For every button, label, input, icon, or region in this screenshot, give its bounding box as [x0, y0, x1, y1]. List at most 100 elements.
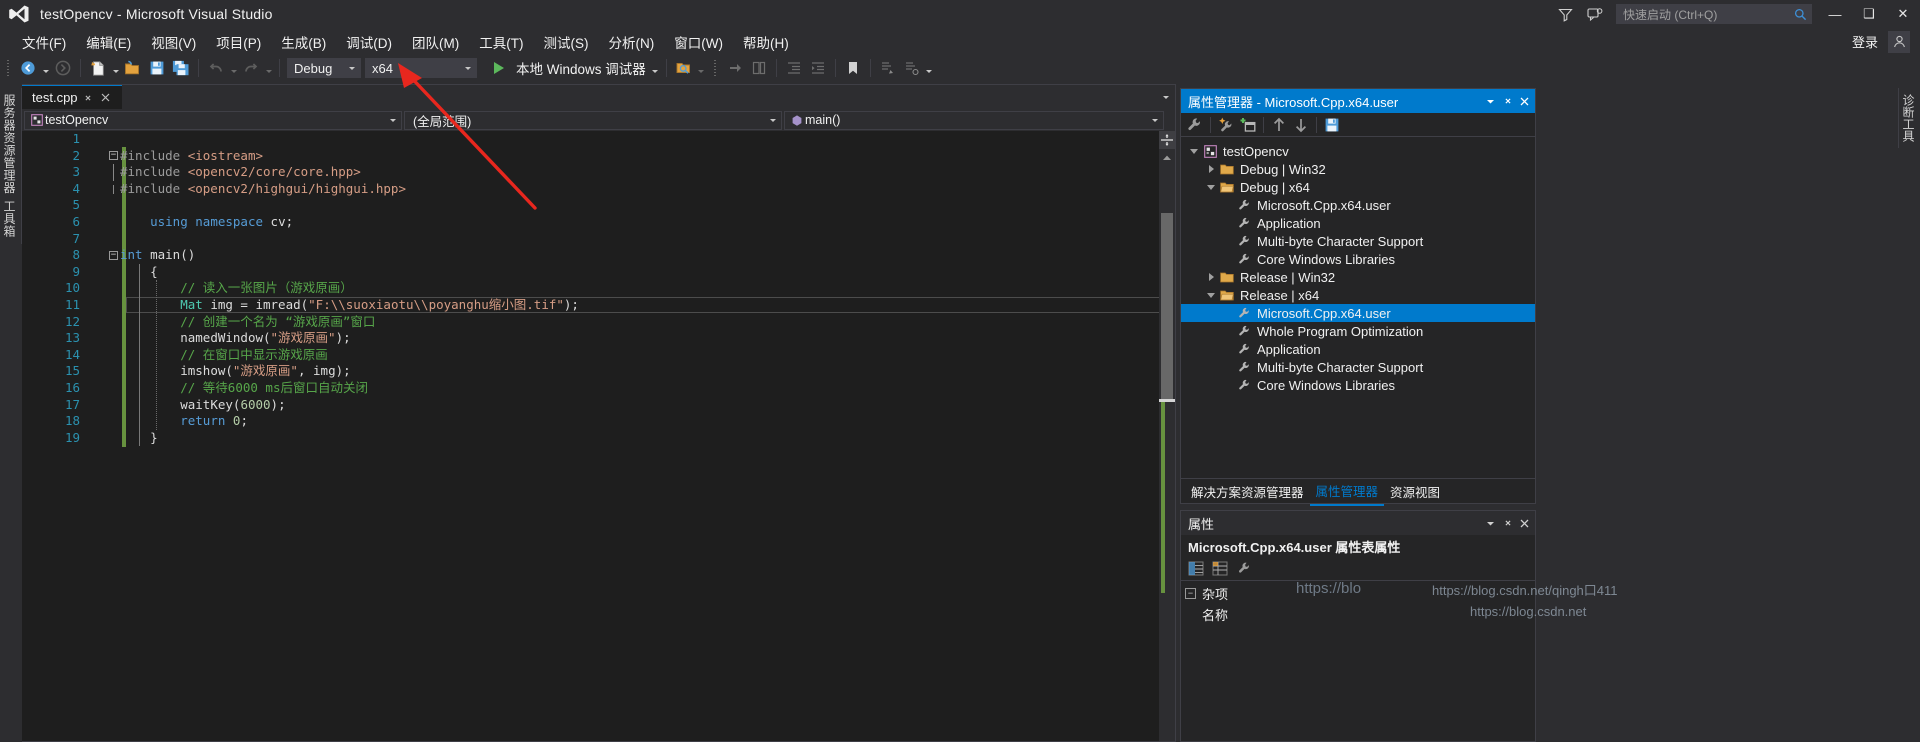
undo-dropdown-icon[interactable]	[228, 57, 239, 79]
move-up-icon[interactable]	[1268, 114, 1290, 136]
tree-item[interactable]: Debug | Win32	[1181, 160, 1535, 178]
code-line[interactable]: 9 {	[22, 264, 1175, 281]
split-view-icon[interactable]	[1159, 131, 1175, 149]
menu-debug[interactable]: 调试(D)	[336, 29, 402, 55]
fold-margin[interactable]	[90, 163, 120, 181]
bookmark-icon[interactable]	[842, 57, 864, 79]
code-line[interactable]: 4 #include <opencv2/highgui/highgui.hpp>	[22, 181, 1175, 198]
code-line[interactable]: 14 // 在窗口中显示游戏原画	[22, 347, 1175, 364]
close-icon[interactable]	[1516, 91, 1533, 111]
solution-platform-combo[interactable]: x64	[365, 58, 477, 78]
property-pages-icon[interactable]	[1233, 559, 1255, 579]
code-line[interactable]: 12 // 创建一个名为 “游戏原画”窗口	[22, 314, 1175, 331]
chevron-down-icon[interactable]	[1482, 513, 1499, 533]
pin-icon[interactable]	[80, 90, 96, 106]
code-line[interactable]: 7	[22, 231, 1175, 248]
tree-item[interactable]: Multi-byte Character Support	[1181, 358, 1535, 376]
menu-tools[interactable]: 工具(T)	[469, 29, 533, 55]
navbar-scope-combo[interactable]: (全局范围)	[404, 110, 782, 130]
code-editor-surface[interactable]: 1 2− #include <iostream> 3 #include <opencv2…	[22, 131, 1175, 741]
tree-item[interactable]: Core Windows Libraries	[1181, 376, 1535, 394]
tree-item-selected[interactable]: Microsoft.Cpp.x64.user	[1181, 304, 1535, 322]
redo-dropdown-icon[interactable]	[263, 57, 274, 79]
step-into-icon[interactable]	[748, 57, 770, 79]
tree-item[interactable]: testOpencv	[1181, 142, 1535, 160]
new-item-icon[interactable]	[87, 57, 109, 79]
alphabetical-view-icon[interactable]	[1209, 559, 1231, 579]
close-icon[interactable]	[98, 90, 114, 106]
code-line[interactable]: 5	[22, 197, 1175, 214]
code-line[interactable]: 13 namedWindow("游戏原画");	[22, 330, 1175, 347]
toolbar-overflow-icon[interactable]	[924, 57, 935, 79]
menu-analyze[interactable]: 分析(N)	[599, 29, 665, 55]
tab-property-manager[interactable]: 属性管理器	[1309, 477, 1385, 506]
tab-resource-view[interactable]: 资源视图	[1384, 478, 1446, 505]
uncomment-icon[interactable]	[901, 57, 923, 79]
code-line[interactable]: 8 − int main()	[22, 247, 1175, 264]
chevron-down-icon[interactable]	[1204, 184, 1218, 190]
back-dropdown-icon[interactable]	[40, 57, 51, 79]
open-file-icon[interactable]	[122, 57, 144, 79]
code-line[interactable]: 19 }	[22, 430, 1175, 447]
account-icon[interactable]	[1888, 30, 1910, 53]
collapse-icon[interactable]: −	[1185, 588, 1196, 599]
code-line[interactable]: 17 waitKey(6000);	[22, 397, 1175, 414]
chevron-right-icon[interactable]	[1204, 273, 1218, 281]
solution-configuration-combo[interactable]: Debug	[287, 58, 361, 78]
start-debugging-button[interactable]: 本地 Windows 调试器	[511, 58, 650, 78]
tree-item[interactable]: Debug | x64	[1181, 178, 1535, 196]
property-manager-tree[interactable]: testOpencv Debug | Win32 Debug | x64 Micros…	[1181, 138, 1535, 477]
menu-window[interactable]: 窗口(W)	[664, 29, 733, 55]
toolbar-grip-2[interactable]	[711, 57, 721, 79]
menu-view[interactable]: 视图(V)	[141, 29, 206, 55]
chevron-down-icon[interactable]	[1482, 91, 1499, 111]
tree-item[interactable]: Multi-byte Character Support	[1181, 232, 1535, 250]
toolbar-grip[interactable]	[4, 57, 14, 79]
undo-icon[interactable]	[205, 57, 227, 79]
fold-margin[interactable]: −	[90, 151, 120, 161]
code-line[interactable]: 2 − #include <iostream>	[22, 148, 1175, 165]
editor-vertical-scrollbar[interactable]	[1159, 131, 1175, 741]
navbar-project-combo[interactable]: testOpencv	[24, 110, 402, 130]
save-all-icon[interactable]	[170, 57, 192, 79]
chevron-right-icon[interactable]	[1204, 165, 1218, 173]
tabstrip-menu-icon[interactable]	[1157, 85, 1175, 109]
step-over-icon[interactable]	[724, 57, 746, 79]
tree-item[interactable]: Application	[1181, 214, 1535, 232]
tab-test-cpp[interactable]: test.cpp	[22, 85, 122, 109]
tree-item[interactable]: Release | Win32	[1181, 268, 1535, 286]
collapse-icon[interactable]: −	[109, 250, 118, 260]
tree-item[interactable]: Release | x64	[1181, 286, 1535, 304]
categorized-view-icon[interactable]	[1185, 559, 1207, 579]
menu-team[interactable]: 团队(M)	[402, 29, 469, 55]
close-button[interactable]: ✕	[1886, 0, 1920, 28]
play-icon[interactable]	[488, 57, 510, 79]
collapse-icon[interactable]: −	[109, 151, 118, 161]
pin-icon[interactable]	[1499, 513, 1516, 533]
save-icon[interactable]	[146, 57, 168, 79]
menu-file[interactable]: 文件(F)	[12, 29, 76, 55]
menu-build[interactable]: 生成(B)	[271, 29, 336, 55]
pin-icon[interactable]	[1499, 91, 1516, 111]
redo-icon[interactable]	[240, 57, 262, 79]
tree-item[interactable]: Application	[1181, 340, 1535, 358]
navigate-forward-icon[interactable]	[52, 57, 74, 79]
properties-wrench-icon[interactable]	[1184, 114, 1206, 136]
maximize-button[interactable]: ❑	[1852, 0, 1886, 28]
fold-margin[interactable]	[90, 184, 120, 194]
save-icon[interactable]	[1321, 114, 1343, 136]
menu-help[interactable]: 帮助(H)	[733, 29, 799, 55]
add-new-project-property-sheet-icon[interactable]	[1215, 114, 1237, 136]
navbar-member-combo[interactable]: main()	[784, 110, 1164, 130]
tree-item[interactable]: Microsoft.Cpp.x64.user	[1181, 196, 1535, 214]
scroll-up-icon[interactable]	[1159, 149, 1175, 166]
chevron-down-icon[interactable]	[1187, 148, 1201, 154]
chevron-down-icon[interactable]	[1204, 292, 1218, 298]
minimize-button[interactable]: —	[1818, 0, 1852, 28]
code-line[interactable]: 10 // 读入一张图片（游戏原画）	[22, 280, 1175, 297]
code-line[interactable]: 6 using namespace cv;	[22, 214, 1175, 231]
fold-margin[interactable]: −	[90, 250, 120, 260]
code-line[interactable]: 3 #include <opencv2/core/core.hpp>	[22, 163, 1175, 181]
quick-launch-input[interactable]: 快速启动 (Ctrl+Q)	[1616, 4, 1812, 24]
increase-indent-icon[interactable]	[807, 57, 829, 79]
